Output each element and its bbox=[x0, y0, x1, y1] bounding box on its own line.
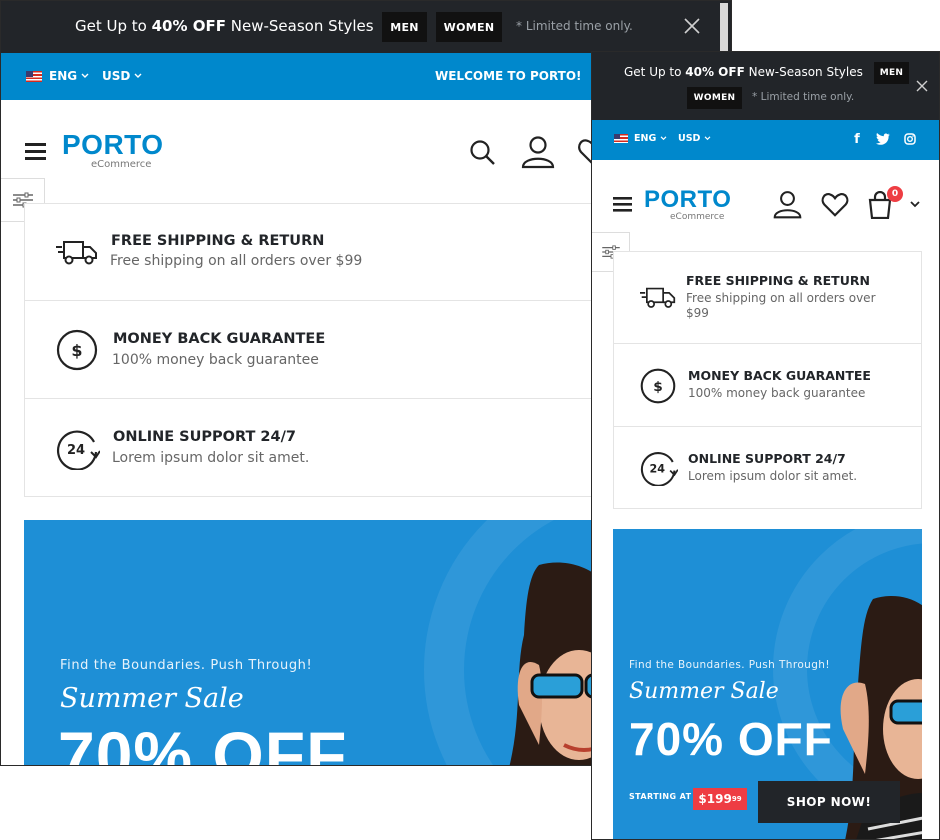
logo-sub: eCommerce bbox=[670, 212, 725, 222]
feature-title: ONLINE SUPPORT 24/7 bbox=[113, 429, 296, 445]
feature-title: MONEY BACK GUARANTEE bbox=[688, 368, 871, 383]
chevron-down-icon bbox=[134, 73, 142, 78]
dollar-circle-icon: $ bbox=[56, 329, 98, 371]
feature-title: MONEY BACK GUARANTEE bbox=[113, 331, 326, 347]
price-main: $199 bbox=[698, 792, 732, 806]
feature-desc: Lorem ipsum dolor sit amet. bbox=[688, 469, 858, 483]
currency-switcher[interactable]: USD bbox=[102, 69, 142, 83]
promo-text: Get Up to 40% OFF New-Season Styles bbox=[75, 17, 374, 35]
promo-note: * Limited time only. bbox=[516, 19, 633, 33]
us-flag-icon bbox=[26, 70, 42, 82]
support-glyph: 24 bbox=[650, 462, 666, 475]
welcome-message: WELCOME TO PORTO! bbox=[435, 69, 582, 83]
feature-desc: Lorem ipsum dolor sit amet. bbox=[112, 450, 310, 466]
currency-switcher[interactable]: USD bbox=[678, 133, 711, 144]
currency-label: USD bbox=[102, 69, 131, 83]
scrollbar[interactable] bbox=[720, 3, 728, 51]
feature-desc: 100% money back guarantee bbox=[112, 352, 319, 368]
support-24-icon: 24 bbox=[57, 430, 100, 470]
features-list: FREE SHIPPING & RETURN Free shipping on … bbox=[613, 251, 922, 509]
support-glyph: 24 bbox=[67, 443, 85, 458]
instagram-icon[interactable] bbox=[904, 133, 916, 145]
wishlist-icon[interactable] bbox=[821, 192, 849, 217]
currency-label: USD bbox=[678, 133, 701, 144]
hamburger-menu-icon[interactable] bbox=[613, 197, 632, 212]
price-cents: 99 bbox=[731, 795, 742, 803]
top-bar: ENG USD f bbox=[592, 120, 939, 160]
dollar-circle-icon: $ bbox=[640, 368, 676, 404]
cart-count-badge: 0 bbox=[887, 186, 903, 202]
banner-headline: 70% OFF bbox=[629, 713, 833, 765]
logo-main: PORTO bbox=[644, 186, 732, 213]
promo-men-button[interactable]: MEN bbox=[382, 12, 427, 42]
logo[interactable]: PORTO eCommerce bbox=[644, 187, 734, 227]
search-icon[interactable] bbox=[469, 139, 496, 166]
banner-script-title: Summer Sale bbox=[60, 683, 244, 714]
feature-item: FREE SHIPPING & RETURN Free shipping on … bbox=[614, 252, 921, 344]
logo-main: PORTO bbox=[62, 129, 164, 160]
close-icon[interactable] bbox=[684, 18, 700, 34]
chevron-down-icon bbox=[81, 73, 89, 78]
feature-item: 24 ONLINE SUPPORT 24/7 Lorem ipsum dolor… bbox=[614, 427, 921, 510]
truck-icon bbox=[56, 241, 97, 265]
promo-bar: Get Up to 40% OFF New-Season Styles MEN … bbox=[592, 52, 939, 120]
banner-headline: 70% OFF bbox=[58, 718, 348, 766]
chevron-down-icon bbox=[660, 136, 667, 141]
promo-note: * Limited time only. bbox=[752, 91, 855, 103]
promo-text-bold: 40% OFF bbox=[685, 65, 745, 79]
promo-text-suffix: New-Season Styles bbox=[225, 17, 374, 35]
starting-at-label: STARTING AT bbox=[629, 792, 692, 801]
chevron-down-icon[interactable] bbox=[910, 201, 920, 208]
feature-title: ONLINE SUPPORT 24/7 bbox=[688, 451, 846, 466]
shop-now-button[interactable]: SHOP NOW! bbox=[758, 781, 900, 823]
account-icon[interactable] bbox=[521, 135, 555, 169]
banner-kicker: Find the Boundaries. Push Through! bbox=[60, 658, 313, 673]
feature-desc: Free shipping on all orders over $99 bbox=[686, 291, 876, 320]
language-label: ENG bbox=[634, 133, 657, 144]
feature-title: FREE SHIPPING & RETURN bbox=[686, 273, 870, 288]
dollar-glyph: $ bbox=[71, 341, 82, 360]
mobile-view: Get Up to 40% OFF New-Season Styles MEN … bbox=[591, 51, 940, 840]
dollar-glyph: $ bbox=[653, 379, 663, 395]
support-24-icon: 24 bbox=[640, 452, 678, 486]
feature-title: FREE SHIPPING & RETURN bbox=[111, 233, 325, 249]
language-switcher[interactable]: ENG bbox=[26, 69, 89, 83]
feature-item: $ MONEY BACK GUARANTEE 100% money back g… bbox=[614, 344, 921, 427]
promo-text-prefix: Get Up to bbox=[75, 17, 152, 35]
chevron-down-icon bbox=[705, 136, 711, 141]
facebook-icon[interactable]: f bbox=[850, 130, 864, 148]
promo-bar: Get Up to 40% OFF New-Season Styles MEN … bbox=[1, 1, 731, 53]
hamburger-menu-icon[interactable] bbox=[25, 142, 46, 160]
feature-desc: Free shipping on all orders over $99 bbox=[110, 253, 363, 269]
us-flag-icon bbox=[614, 134, 628, 143]
promo-text-bold: 40% OFF bbox=[151, 17, 226, 35]
logo-sub: eCommerce bbox=[91, 159, 152, 170]
banner-script-title: Summer Sale bbox=[629, 679, 779, 704]
promo-text: Get Up to 40% OFF New-Season Styles bbox=[624, 65, 863, 79]
close-icon[interactable] bbox=[916, 80, 928, 92]
truck-icon bbox=[640, 287, 676, 308]
language-switcher[interactable]: ENG bbox=[614, 133, 667, 144]
promo-men-button[interactable]: MEN bbox=[874, 62, 909, 84]
promo-text-prefix: Get Up to bbox=[624, 65, 686, 79]
feature-desc: 100% money back guarantee bbox=[688, 386, 866, 400]
promo-women-button[interactable]: WOMEN bbox=[436, 12, 502, 42]
logo[interactable]: PORTO eCommerce bbox=[62, 129, 164, 173]
account-icon[interactable] bbox=[773, 190, 802, 219]
summer-sale-banner[interactable]: Find the Boundaries. Push Through! Summe… bbox=[613, 529, 922, 839]
promo-women-button[interactable]: WOMEN bbox=[687, 87, 742, 109]
price-tag: $199 99 bbox=[693, 788, 747, 810]
twitter-icon[interactable] bbox=[876, 133, 890, 145]
promo-text-suffix: New-Season Styles bbox=[744, 65, 863, 79]
banner-kicker: Find the Boundaries. Push Through! bbox=[629, 659, 830, 671]
language-label: ENG bbox=[49, 69, 78, 83]
